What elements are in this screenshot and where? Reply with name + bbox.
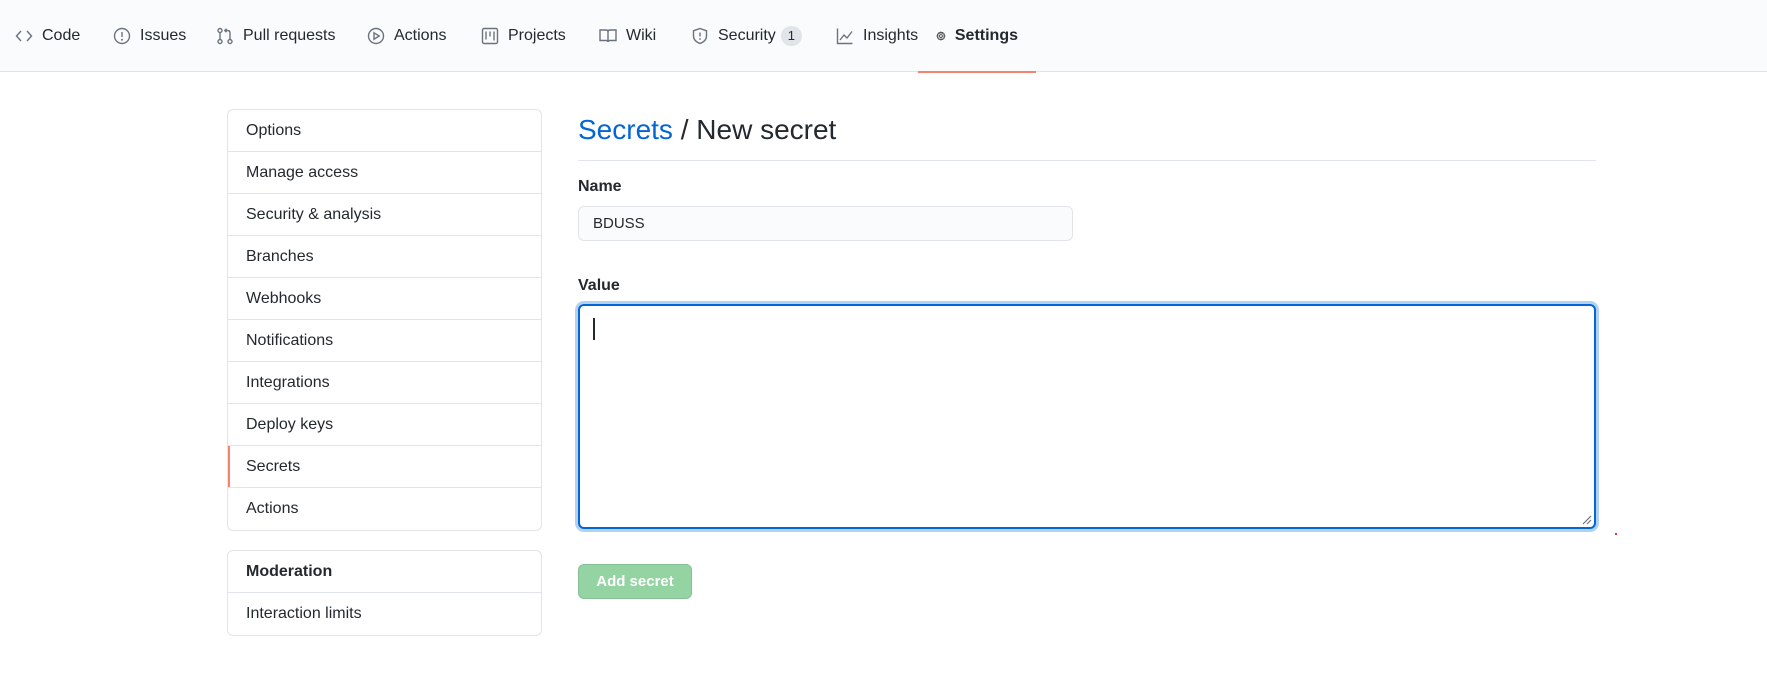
- red-marker: [1615, 533, 1617, 535]
- sidebar-item-webhooks[interactable]: Webhooks: [228, 278, 541, 320]
- security-counter-badge: 1: [780, 26, 803, 46]
- book-icon: [599, 29, 617, 43]
- tab-label: Code: [42, 27, 81, 44]
- sidebar-item-integrations[interactable]: Integrations: [228, 362, 541, 404]
- value-textarea[interactable]: [578, 304, 1596, 529]
- name-label: Name: [578, 178, 622, 195]
- moderation-heading: Moderation: [228, 551, 541, 593]
- add-secret-button[interactable]: Add secret: [578, 564, 692, 599]
- tab-actions[interactable]: Actions: [367, 0, 446, 72]
- moderation-menu: Moderation Interaction limits: [227, 550, 542, 636]
- sidebar-item-options[interactable]: Options: [228, 110, 541, 152]
- resize-grip-icon[interactable]: [1580, 513, 1592, 525]
- breadcrumb-secrets-link[interactable]: Secrets: [578, 114, 673, 145]
- tab-label: Settings: [954, 27, 1018, 44]
- sidebar-item-security-analysis[interactable]: Security & analysis: [228, 194, 541, 236]
- sidebar-item-actions[interactable]: Actions: [228, 488, 541, 530]
- code-icon: [15, 30, 33, 42]
- sidebar-item-secrets[interactable]: Secrets: [228, 446, 541, 488]
- tab-label: Wiki: [626, 27, 657, 44]
- gear-icon: [936, 31, 946, 41]
- tab-label: Actions: [394, 27, 447, 44]
- sidebar-item-deploy-keys[interactable]: Deploy keys: [228, 404, 541, 446]
- tab-label: Pull requests: [243, 27, 336, 44]
- name-input[interactable]: BDUSS: [578, 206, 1073, 241]
- tab-code[interactable]: Code: [15, 0, 80, 72]
- project-icon: [481, 27, 499, 45]
- tab-insights[interactable]: Insights: [836, 0, 918, 72]
- sidebar-item-notifications[interactable]: Notifications: [228, 320, 541, 362]
- tab-wiki[interactable]: Wiki: [599, 0, 656, 72]
- breadcrumb-separator: /: [680, 114, 689, 145]
- tab-label: Security: [718, 27, 776, 44]
- shield-icon: [692, 27, 708, 45]
- tab-pull-requests[interactable]: Pull requests: [216, 0, 336, 72]
- tab-label: Insights: [863, 27, 919, 44]
- text-caret: [593, 318, 595, 340]
- page-title: Secrets / New secret: [578, 110, 1596, 161]
- page-title-text: New secret: [696, 114, 837, 145]
- tab-settings[interactable]: Settings: [918, 0, 1036, 73]
- sidebar-item-interaction-limits[interactable]: Interaction limits: [228, 593, 541, 635]
- graph-icon: [836, 28, 853, 45]
- tab-security[interactable]: Security 1: [691, 0, 803, 72]
- sidebar-item-manage-access[interactable]: Manage access: [228, 152, 541, 194]
- pull-request-icon: [217, 27, 233, 45]
- play-icon: [367, 27, 385, 45]
- sidebar-item-branches[interactable]: Branches: [228, 236, 541, 278]
- tab-label: Projects: [508, 27, 566, 44]
- tab-projects[interactable]: Projects: [481, 0, 566, 72]
- settings-menu: Options Manage access Security & analysi…: [227, 109, 542, 531]
- value-label: Value: [578, 277, 620, 294]
- repo-nav: Code Issues Pull requests Actions Projec…: [0, 0, 1767, 73]
- tab-issues[interactable]: Issues: [113, 0, 186, 72]
- issue-icon: [113, 27, 131, 45]
- tab-label: Issues: [140, 27, 187, 44]
